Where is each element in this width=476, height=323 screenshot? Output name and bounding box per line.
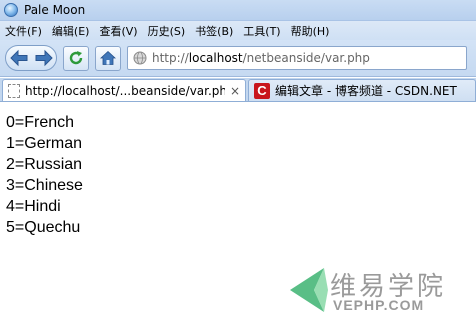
home-button[interactable] [95,45,121,71]
forward-arrow-icon [35,49,53,67]
menu-history[interactable]: 历史(S) [143,23,191,39]
tab-label: 编辑文章 - 博客频道 - CSDN.NET [275,84,457,98]
back-button[interactable] [9,49,29,67]
watermark: 维易学院 VEPHP.COM [280,262,476,320]
reload-icon [69,51,83,65]
forward-button[interactable] [34,49,54,67]
watermark-logo-icon [290,268,328,312]
tab-bar: http://localhost/...beanside/var.php × C… [0,78,476,102]
back-arrow-icon [9,49,27,67]
menu-edit[interactable]: 编辑(E) [47,23,95,39]
tab-close-icon[interactable]: × [230,84,240,98]
home-icon [100,50,116,65]
menu-tools[interactable]: 工具(T) [238,23,285,39]
title-bar: Pale Moon [0,0,476,21]
window-title: Pale Moon [24,3,86,17]
output-line: 4=Hindi [6,198,61,215]
url-bar[interactable]: http://localhost/netbeanside/var.php [127,46,467,70]
blank-page-icon [8,83,20,98]
url-prefix: http:// [152,51,189,65]
page-content: 0=French 1=German 2=Russian 3=Chinese 4=… [6,112,83,238]
url-host: localhost [188,51,243,65]
tab-var-php[interactable]: http://localhost/...beanside/var.php × [2,79,246,101]
output-line: 5=Quechu [6,219,81,236]
csdn-icon: C [254,82,270,99]
output-line: 2=Russian [6,156,83,173]
globe-icon [133,51,147,65]
output-line: 1=German [6,135,83,152]
output-line: 3=Chinese [6,177,83,194]
menu-bookmarks[interactable]: 书签(B) [190,23,238,39]
url-path: /netbeanside/var.php [242,51,370,65]
menu-file[interactable]: 文件(F) [0,23,47,39]
tab-label: http://localhost/...beanside/var.php [25,83,225,98]
reload-button[interactable] [63,45,89,71]
url-text: http://localhost/netbeanside/var.php [152,51,370,65]
navigation-toolbar: http://localhost/netbeanside/var.php [0,40,476,77]
menu-bar: 文件(F) 编辑(E) 查看(V) 历史(S) 书签(B) 工具(T) 帮助(H… [0,21,476,40]
output-line: 0=French [6,114,75,131]
menu-help[interactable]: 帮助(H) [286,23,335,39]
tab-csdn[interactable]: C 编辑文章 - 博客频道 - CSDN.NET [248,79,476,101]
watermark-en: VEPHP.COM [333,297,425,313]
menu-view[interactable]: 查看(V) [94,23,142,39]
pale-moon-icon [4,3,18,17]
back-forward-group [5,45,57,71]
